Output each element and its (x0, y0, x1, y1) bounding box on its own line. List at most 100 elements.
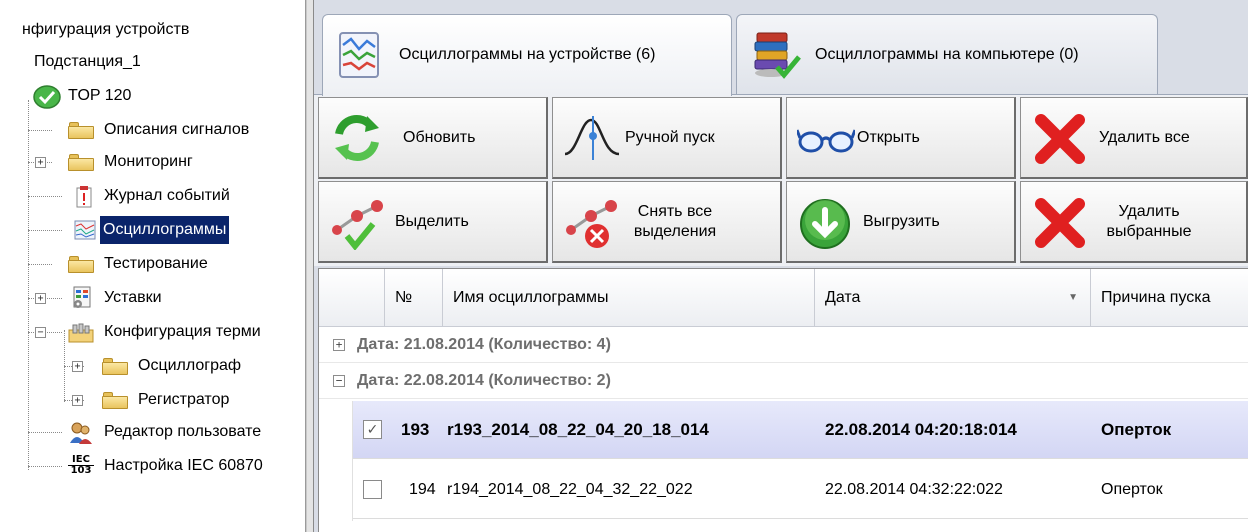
cell-number: 193 (401, 420, 430, 439)
folder-icon (68, 256, 94, 273)
tree-item-testing[interactable]: Тестирование (0, 250, 305, 278)
tree-item-label: Журнал событий (104, 187, 230, 204)
column-header-date[interactable]: Дата ▼ (815, 269, 1091, 327)
tree-item-label: Редактор пользовате (104, 423, 262, 440)
collapse-icon[interactable]: − (333, 375, 345, 387)
open-button[interactable]: Открыть (786, 97, 1016, 179)
tab-label: Осциллограммы на устройстве (6) (399, 46, 656, 63)
button-label: Открыть (857, 129, 920, 146)
tab-label: Осциллограммы на компьютере (0) (815, 46, 1079, 63)
tree-item-oscillograms[interactable]: Осциллограммы (0, 216, 305, 244)
button-label: Снять все выделения (633, 203, 717, 240)
group-label: Дата: 22.08.2014 (Количество: 2) (357, 372, 611, 389)
tree-item-label: Тестирование (104, 255, 208, 272)
clipboard-icon (76, 186, 92, 218)
delete-x-icon (1035, 114, 1085, 164)
cell-name: r193_2014_08_22_04_20_18_014 (447, 420, 709, 439)
table-row[interactable]: ✓ 193 r193_2014_08_22_04_20_18_014 22.08… (353, 401, 1248, 459)
oscillogram-icon (337, 27, 383, 86)
folder-icon (102, 358, 128, 375)
oscillogram-grid: № Имя осциллограммы Дата ▼ Причина пуска… (318, 268, 1248, 532)
refresh-button[interactable]: Обновить (318, 97, 548, 179)
tree-item-oscillograph[interactable]: + Осциллограф (0, 352, 305, 380)
cell-reason: Оперток (1101, 481, 1163, 498)
folder-icon (102, 392, 128, 409)
cell-number: 194 (409, 481, 436, 498)
tree-item-registrator[interactable]: + Регистратор (0, 386, 305, 414)
folder-icon (68, 122, 94, 139)
column-header-number[interactable]: № (385, 269, 443, 327)
manual-trigger-icon (564, 116, 620, 160)
cell-date: 22.08.2014 04:32:22:022 (825, 481, 1003, 498)
expand-icon[interactable]: + (72, 361, 83, 372)
download-arrow-icon (800, 199, 850, 249)
delete-x-icon (1035, 198, 1085, 248)
tab-device-oscillograms[interactable]: Осциллограммы на устройстве (6) (322, 14, 732, 96)
tree-item-terminal-config[interactable]: − Конфигурация терми (0, 318, 305, 346)
tree-item-label: Осциллограф (138, 357, 242, 374)
iec-icon: IEC 103 (68, 455, 94, 479)
tree-root-label: нфигурация устройств (22, 21, 190, 38)
tree-node-label: Подстанция_1 (34, 53, 141, 70)
tab-computer-oscillograms[interactable]: Осциллограммы на компьютере (0) (736, 14, 1158, 94)
table-row[interactable]: 194 r194_2014_08_22_04_32_22_022 22.08.2… (353, 461, 1248, 519)
row-indicator (319, 401, 353, 521)
tree-item-iec-settings[interactable]: IEC 103 Настройка IEC 60870 (0, 452, 305, 480)
tree-item-settings[interactable]: + Уставки (0, 284, 305, 312)
group-row[interactable]: + Дата: 21.08.2014 (Количество: 4) (319, 327, 1248, 363)
sort-desc-icon: ▼ (1068, 292, 1078, 303)
group-row[interactable]: − Дата: 22.08.2014 (Количество: 2) (319, 363, 1248, 399)
button-label: Ручной пуск (625, 129, 715, 146)
delete-all-button[interactable]: Удалить все (1020, 97, 1248, 179)
row-checkbox[interactable]: ✓ (363, 420, 382, 439)
tree-item-monitoring[interactable]: + Мониторинг (0, 148, 305, 176)
column-header-name[interactable]: Имя осциллограммы (443, 269, 815, 327)
tree-node-label: TOP 120 (68, 87, 132, 104)
glasses-icon (797, 129, 855, 153)
tree-item-user-editor[interactable]: Редактор пользовате (0, 418, 305, 446)
button-label: Выгрузить (863, 213, 940, 230)
settings-table-icon (70, 286, 94, 320)
folder-icon (68, 154, 94, 171)
button-label: Выделить (395, 213, 469, 230)
panel-splitter[interactable] (306, 0, 314, 532)
manual-start-button[interactable]: Ручной пуск (552, 97, 782, 179)
tree-item-label: Конфигурация терми (104, 323, 261, 340)
button-label: Обновить (403, 129, 476, 146)
column-header-reason[interactable]: Причина пуска (1091, 269, 1248, 327)
check-circle-icon (32, 85, 62, 119)
refresh-icon (335, 115, 379, 161)
select-nodes-icon (332, 200, 383, 250)
tree-item-label: Регистратор (138, 391, 230, 408)
users-icon (68, 421, 94, 455)
tree-item-label: Мониторинг (104, 153, 193, 170)
cell-reason: Оперток (1101, 420, 1172, 439)
expand-icon[interactable]: + (333, 339, 345, 351)
expand-icon[interactable]: + (72, 395, 83, 406)
group-label: Дата: 21.08.2014 (Количество: 4) (357, 336, 611, 353)
oscillogram-icon (74, 220, 96, 250)
config-folder-icon (68, 323, 96, 353)
tree-item-label: Уставки (104, 289, 162, 306)
device-tree: нфигурация устройств Подстанция_1 TOP 12… (0, 0, 306, 532)
button-label: Удалить все (1099, 129, 1190, 146)
deselect-all-button[interactable]: Снять все выделения (552, 181, 782, 263)
delete-selected-button[interactable]: Удалить выбранные (1020, 181, 1248, 263)
expand-icon[interactable]: + (35, 293, 46, 304)
cell-date: 22.08.2014 04:20:18:014 (825, 420, 1017, 439)
cell-name: r194_2014_08_22_04_32_22_022 (447, 481, 693, 498)
tree-item-label: Осциллограммы (100, 216, 230, 244)
tree-item-label: Настройка IEC 60870 (104, 457, 263, 474)
books-check-icon (751, 27, 803, 88)
tree-item-event-log[interactable]: Журнал событий (0, 182, 305, 210)
expand-icon[interactable]: + (35, 157, 46, 168)
oscillograms-panel: Осциллограммы на устройстве (6) Осциллог… (314, 0, 1248, 532)
toolbar: Обновить Ручной пуск Открыть Удалить все… (314, 94, 1248, 266)
select-button[interactable]: Выделить (318, 181, 548, 263)
button-label: Удалить выбранные (1106, 203, 1192, 240)
collapse-icon[interactable]: − (35, 327, 46, 338)
tree-item-signal-descriptions[interactable]: Описания сигналов (0, 116, 305, 144)
upload-button[interactable]: Выгрузить (786, 181, 1016, 263)
column-header-select[interactable] (319, 269, 385, 327)
row-checkbox[interactable] (363, 480, 382, 499)
